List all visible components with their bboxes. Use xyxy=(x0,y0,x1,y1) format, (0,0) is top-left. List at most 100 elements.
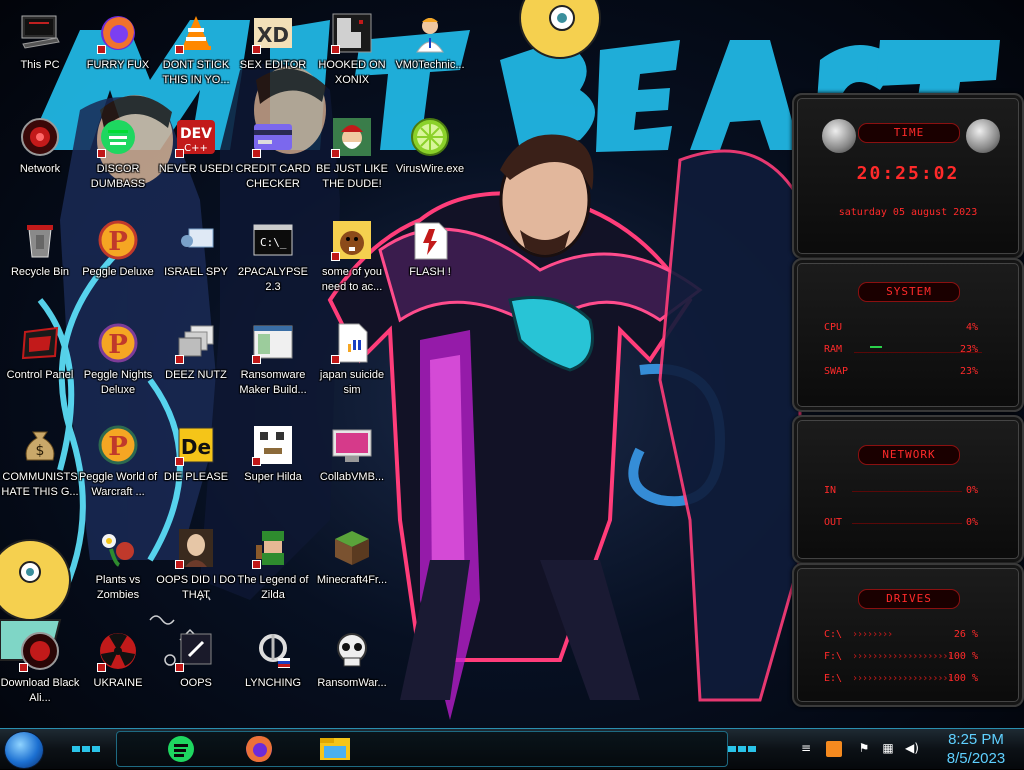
desktop-icon-label: RansomWar... xyxy=(317,677,387,689)
shortcut-arrow-icon xyxy=(19,663,28,672)
desktop-icon-ransomware-maker[interactable]: Ransomware Maker Build... xyxy=(233,316,313,412)
gadget-title: SYSTEM xyxy=(858,282,960,302)
desktop-icon-label: FURRY FUX xyxy=(86,59,150,71)
desktop-icon-ukraine[interactable]: UKRAINE xyxy=(78,624,158,720)
desktop-icon-ransomwar[interactable]: RansomWar... xyxy=(312,624,392,720)
desktop-icon-discor-dumbass[interactable]: DISCOR DUMBASS xyxy=(78,110,158,206)
beaver-icon xyxy=(331,219,373,261)
de-icon: De xyxy=(175,424,217,466)
zilda-icon xyxy=(252,527,294,569)
start-button[interactable] xyxy=(4,731,44,769)
network-in-graph xyxy=(852,491,962,492)
row-value: 4% xyxy=(965,322,978,333)
flag-icon[interactable]: ⚑ xyxy=(856,741,872,757)
desktop-icon-plants-vs-zombies[interactable]: Plants vs Zombies xyxy=(78,521,158,617)
taskbar-firefox[interactable] xyxy=(234,732,282,766)
desktop-icon-peggle-wow[interactable]: P Peggle World of Warcraft ... xyxy=(78,418,158,514)
clock-time: 8:25 PM xyxy=(948,731,1004,748)
shortcut-arrow-icon xyxy=(252,45,261,54)
desktop-icon-oops-did-i[interactable]: OOPS DID I DO THAT xyxy=(156,521,236,617)
row-value: 23% xyxy=(959,366,978,377)
app-tray-icon[interactable] xyxy=(826,741,842,757)
desktop-icon-label: Minecraft4Fr... xyxy=(316,574,388,586)
desktop-icon-label: some of you need to ac... xyxy=(321,266,383,293)
desktop-icon-2pacalypse[interactable]: C:\_ 2PACALYPSE 2.3 xyxy=(233,213,313,309)
desktop-icon-sex-editor[interactable]: XD SEX EDITOR xyxy=(233,6,313,102)
network-gadget[interactable]: NETWORK IN 0% OUT 0% xyxy=(792,415,1024,564)
desktop-icon-legend-of-zilda[interactable]: The Legend of Zilda xyxy=(233,521,313,617)
taskbar-spotify[interactable] xyxy=(156,732,204,766)
desktop-icon-label: Peggle World of Warcraft ... xyxy=(78,471,158,498)
desktop-icon-never-used[interactable]: DEV C++ NEVER USED! xyxy=(156,110,236,206)
row-value: 0% xyxy=(965,485,978,496)
desktop-icon-some-of-you[interactable]: some of you need to ac... xyxy=(312,213,392,309)
discord-icon xyxy=(97,116,139,158)
network-tray-icon[interactable]: ▦ xyxy=(880,741,896,757)
shortcut-arrow-icon xyxy=(331,149,340,158)
desktop-icon-israel-spy[interactable]: ISRAEL SPY xyxy=(156,213,236,309)
time-gadget[interactable]: TIME 20:25:02 saturday 05 august 2023 xyxy=(792,93,1024,259)
row-value: 0% xyxy=(965,517,978,528)
desktop-icon-collabvm[interactable]: CollabVMB... xyxy=(312,418,392,514)
dev-icon: DEV C++ xyxy=(175,116,217,158)
desktop-icon-oops[interactable]: OOPS xyxy=(156,624,236,720)
desktop-icon-recycle-bin[interactable]: Recycle Bin xyxy=(0,213,80,309)
minecraft-icon xyxy=(331,527,373,569)
collabvm-icon xyxy=(331,424,373,466)
drives-gadget[interactable]: DRIVES C:\ ›››››››› 26 % F:\ ›››››››››››… xyxy=(792,563,1024,707)
peggle-nights-icon: P xyxy=(97,322,139,364)
desktop-icon-label: 2PACALYPSE 2.3 xyxy=(238,266,308,293)
desktop-icon-network[interactable]: Network xyxy=(0,110,80,206)
desktop-icon-super-hilda[interactable]: Super Hilda xyxy=(233,418,313,514)
desktop-icon-peggle-nights[interactable]: P Peggle Nights Deluxe xyxy=(78,316,158,412)
volume-icon[interactable]: ◀) xyxy=(904,741,920,757)
shortcut-arrow-icon xyxy=(97,149,106,158)
row-value: 26 % xyxy=(953,629,978,640)
desktop-icon-this-pc[interactable]: This PC xyxy=(0,6,80,102)
desktop-icon-label: OOPS xyxy=(180,677,212,689)
desktop-icon-be-just-like[interactable]: BE JUST LIKE THE DUDE! xyxy=(312,110,392,206)
desktop-icon-control-panel[interactable]: Control Panel xyxy=(0,316,80,412)
svg-text:P: P xyxy=(108,227,128,257)
taskbar-clock[interactable]: 8:25 PM 8/5/2023 xyxy=(936,730,1016,768)
desktop-icon-vm0technic[interactable]: VM0Technic... xyxy=(390,6,470,102)
desktop-icon-hooked-on-xonix[interactable]: HOOKED ON XONIX xyxy=(312,6,392,102)
desktop-icon-label: VirusWire.exe xyxy=(395,163,465,175)
shortcut-arrow-icon xyxy=(97,45,106,54)
shortcut-arrow-icon xyxy=(252,149,261,158)
credit-card-icon xyxy=(252,116,294,158)
desktop-icon-furry-fux[interactable]: FURRY FUX xyxy=(78,6,158,102)
desktop-icon-label: NEVER USED! xyxy=(158,163,234,175)
show-desktop-icon[interactable]: ≡ xyxy=(798,741,814,757)
desktop-icon-label: Network xyxy=(19,163,61,175)
row-label: OUT xyxy=(824,517,843,528)
desktop-icon-label: Recycle Bin xyxy=(10,266,70,278)
desktop-icon-peggle-deluxe[interactable]: P Peggle Deluxe xyxy=(78,213,158,309)
desktop-icon-lynching[interactable]: LYNCHING xyxy=(233,624,313,720)
desktop-icon-label: ISRAEL SPY xyxy=(164,266,228,278)
system-gadget[interactable]: SYSTEM CPU 4% RAM 23% SWAP 23% xyxy=(792,258,1024,412)
row-label: CPU xyxy=(824,322,843,333)
desktop-icon-communists[interactable]: $ COMMUNISTS HATE THIS G... xyxy=(0,418,80,514)
svg-text:De: De xyxy=(181,435,211,459)
desktop-icon-die-please[interactable]: De DIE PLEASE xyxy=(156,418,236,514)
desktop-icon-label: Plants vs Zombies xyxy=(95,574,141,601)
desktop-icon-viruswire[interactable]: VirusWire.exe xyxy=(390,110,470,206)
console-icon: C:\_ xyxy=(252,219,294,261)
desktop-icon-credit-card[interactable]: CREDIT CARD CHECKER xyxy=(233,110,313,206)
taskbar-decor xyxy=(72,739,112,752)
desktop-icon-label: UKRAINE xyxy=(93,677,143,689)
desktop-icon-minecraft[interactable]: Minecraft4Fr... xyxy=(312,521,392,617)
pixel-hilda-icon xyxy=(252,424,294,466)
desktop-icon-label: Ransomware Maker Build... xyxy=(239,369,307,396)
desktop-icon-deez-nutz[interactable]: DEEZ NUTZ xyxy=(156,316,236,412)
desktop-icon-label: DEEZ NUTZ xyxy=(165,369,227,381)
desktop-icon-flash[interactable]: FLASH ! xyxy=(390,213,470,309)
skull-icon xyxy=(331,630,373,672)
xd-icon: XD xyxy=(252,12,294,54)
taskbar-file-explorer[interactable] xyxy=(310,732,358,766)
desktop-icon-dont-stick[interactable]: DONT STICK THIS IN YO... xyxy=(156,6,236,102)
desktop-icon-download-black-ali[interactable]: Download Black Ali... xyxy=(0,624,80,720)
desktop-icon-japan-suicide-sim[interactable]: japan suicide sim xyxy=(312,316,392,412)
shortcut-arrow-icon xyxy=(175,45,184,54)
